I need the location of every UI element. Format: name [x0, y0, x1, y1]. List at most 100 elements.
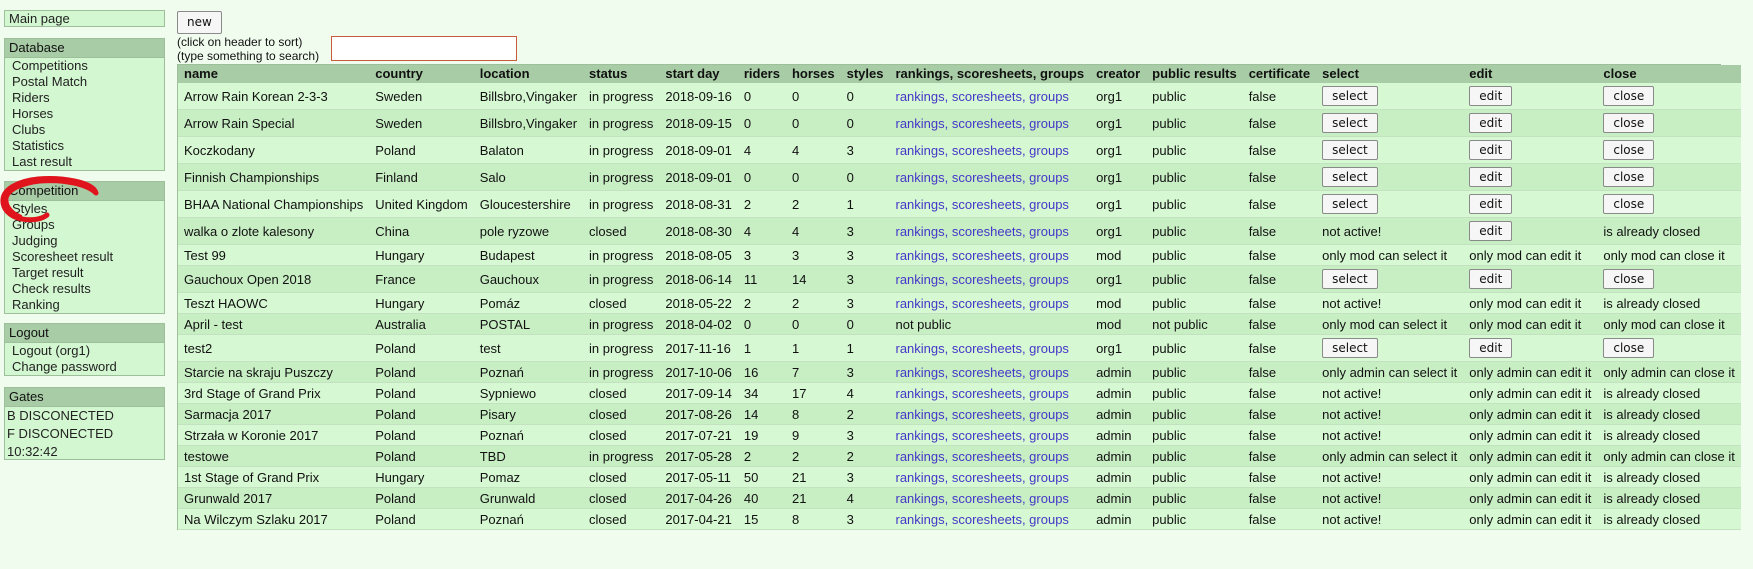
- column-header-start-day[interactable]: start day: [659, 65, 738, 83]
- column-header-certificate[interactable]: certificate: [1242, 65, 1317, 83]
- cell-select: select: [1316, 109, 1464, 137]
- cell-close: is already closed: [1597, 487, 1741, 509]
- cell-horses: 21: [785, 466, 841, 488]
- nav-check-results[interactable]: Check results: [5, 281, 164, 297]
- nav-last-result[interactable]: Last result: [5, 154, 164, 170]
- cell-status: in progress: [583, 109, 660, 137]
- column-header-styles[interactable]: styles: [840, 65, 890, 83]
- nav-groups[interactable]: Groups: [5, 217, 164, 233]
- column-header-status[interactable]: status: [583, 65, 660, 83]
- rankings-scoresheets-groups-link[interactable]: rankings, scoresheets, groups: [896, 341, 1069, 356]
- nav-postal-match[interactable]: Postal Match: [5, 74, 164, 90]
- cell-horses: 9: [785, 424, 841, 446]
- nav-clubs[interactable]: Clubs: [5, 122, 164, 138]
- nav-target-result[interactable]: Target result: [5, 265, 164, 281]
- cell-edit: only mod can edit it: [1463, 292, 1598, 314]
- column-header-public-results[interactable]: public results: [1146, 65, 1243, 83]
- edit-button[interactable]: edit: [1469, 338, 1513, 358]
- rankings-scoresheets-groups-link[interactable]: rankings, scoresheets, groups: [896, 170, 1069, 185]
- column-header-edit[interactable]: edit: [1463, 65, 1598, 83]
- rankings-scoresheets-groups-link[interactable]: rankings, scoresheets, groups: [896, 197, 1069, 212]
- nav-change-password[interactable]: Change password: [5, 359, 164, 375]
- column-header-select[interactable]: select: [1316, 65, 1464, 83]
- cell-status: in progress: [583, 83, 660, 110]
- new-competition-button[interactable]: new: [177, 11, 222, 34]
- rankings-scoresheets-groups-link[interactable]: rankings, scoresheets, groups: [896, 224, 1069, 239]
- nav-horses[interactable]: Horses: [5, 106, 164, 122]
- edit-button[interactable]: edit: [1469, 140, 1513, 160]
- cell-cert: false: [1242, 136, 1317, 164]
- rankings-scoresheets-groups-link[interactable]: rankings, scoresheets, groups: [896, 512, 1069, 527]
- nav-ranking[interactable]: Ranking: [5, 297, 164, 313]
- rankings-scoresheets-groups-link[interactable]: rankings, scoresheets, groups: [896, 407, 1069, 422]
- cell-riders: 0: [737, 109, 786, 137]
- select-button[interactable]: select: [1322, 140, 1378, 160]
- edit-button[interactable]: edit: [1469, 194, 1513, 214]
- nav-scoresheet-result[interactable]: Scoresheet result: [5, 249, 164, 265]
- rankings-scoresheets-groups-link[interactable]: rankings, scoresheets, groups: [896, 491, 1069, 506]
- edit-button[interactable]: edit: [1469, 113, 1513, 133]
- column-header-name[interactable]: name: [178, 65, 370, 83]
- edit-button[interactable]: edit: [1469, 86, 1513, 106]
- rankings-scoresheets-groups-link[interactable]: rankings, scoresheets, groups: [896, 116, 1069, 131]
- close-button[interactable]: close: [1603, 338, 1655, 358]
- cell-styles: 3: [840, 361, 890, 383]
- cell-rankings-links: rankings, scoresheets, groups: [889, 466, 1091, 488]
- column-header-rankings-links[interactable]: rankings, scoresheets, groups: [889, 65, 1091, 83]
- rankings-scoresheets-groups-link[interactable]: rankings, scoresheets, groups: [896, 386, 1069, 401]
- cell-creator: admin: [1090, 403, 1147, 425]
- cell-public: public: [1146, 265, 1243, 293]
- cell-edit: edit: [1463, 163, 1598, 191]
- rankings-scoresheets-groups-link[interactable]: rankings, scoresheets, groups: [896, 428, 1069, 443]
- column-header-creator[interactable]: creator: [1090, 65, 1147, 83]
- column-header-close[interactable]: close: [1597, 65, 1741, 83]
- column-header-horses[interactable]: horses: [785, 65, 841, 83]
- column-header-location[interactable]: location: [473, 65, 584, 83]
- rankings-scoresheets-groups-link[interactable]: rankings, scoresheets, groups: [896, 143, 1069, 158]
- close-button[interactable]: close: [1603, 140, 1655, 160]
- nav-competitions[interactable]: Competitions: [5, 58, 164, 74]
- cell-status: in progress: [583, 313, 660, 335]
- close-button[interactable]: close: [1603, 113, 1655, 133]
- rankings-scoresheets-groups-link[interactable]: rankings, scoresheets, groups: [896, 449, 1069, 464]
- rankings-scoresheets-groups-link[interactable]: rankings, scoresheets, groups: [896, 470, 1069, 485]
- column-header-country[interactable]: country: [369, 65, 474, 83]
- table-row: April - test Australia POSTAL in progress 20…: [178, 313, 1741, 335]
- cell-edit: only mod can edit it: [1463, 313, 1598, 335]
- cell-horses: 0: [785, 109, 841, 137]
- column-header-riders[interactable]: riders: [737, 65, 786, 83]
- table-row: Arrow Rain Korean 2-3-3 Sweden Billsbro,Vi…: [178, 83, 1741, 110]
- select-button[interactable]: select: [1322, 338, 1378, 358]
- cell-public: public: [1146, 361, 1243, 383]
- rankings-scoresheets-groups-link[interactable]: rankings, scoresheets, groups: [896, 296, 1069, 311]
- cell-rankings-links: rankings, scoresheets, groups: [889, 190, 1091, 218]
- cell-rankings-links: rankings, scoresheets, groups: [889, 109, 1091, 137]
- nav-main-page[interactable]: Main page: [5, 11, 164, 27]
- select-button[interactable]: select: [1322, 269, 1378, 289]
- select-button[interactable]: select: [1322, 167, 1378, 187]
- rankings-scoresheets-groups-link[interactable]: rankings, scoresheets, groups: [896, 248, 1069, 263]
- search-input[interactable]: [331, 36, 517, 61]
- cell-location: Salo: [473, 163, 584, 191]
- select-button[interactable]: select: [1322, 86, 1378, 106]
- cell-location: Budapest: [473, 244, 584, 266]
- select-button[interactable]: select: [1322, 113, 1378, 133]
- nav-logout[interactable]: Logout (org1): [5, 343, 164, 359]
- edit-button[interactable]: edit: [1469, 269, 1513, 289]
- rankings-scoresheets-groups-link[interactable]: rankings, scoresheets, groups: [896, 89, 1069, 104]
- rankings-scoresheets-groups-link[interactable]: rankings, scoresheets, groups: [896, 272, 1069, 287]
- select-button[interactable]: select: [1322, 194, 1378, 214]
- nav-judging[interactable]: Judging: [5, 233, 164, 249]
- cell-location: Billsbro,Vingaker: [473, 109, 584, 137]
- close-button[interactable]: close: [1603, 86, 1655, 106]
- edit-button[interactable]: edit: [1469, 221, 1513, 241]
- rankings-scoresheets-groups-link[interactable]: rankings, scoresheets, groups: [896, 365, 1069, 380]
- nav-statistics[interactable]: Statistics: [5, 138, 164, 154]
- close-button[interactable]: close: [1603, 269, 1655, 289]
- close-button[interactable]: close: [1603, 167, 1655, 187]
- nav-styles[interactable]: Styles: [5, 201, 164, 217]
- close-button[interactable]: close: [1603, 194, 1655, 214]
- nav-riders[interactable]: Riders: [5, 90, 164, 106]
- edit-button[interactable]: edit: [1469, 167, 1513, 187]
- cell-riders: 0: [737, 83, 786, 110]
